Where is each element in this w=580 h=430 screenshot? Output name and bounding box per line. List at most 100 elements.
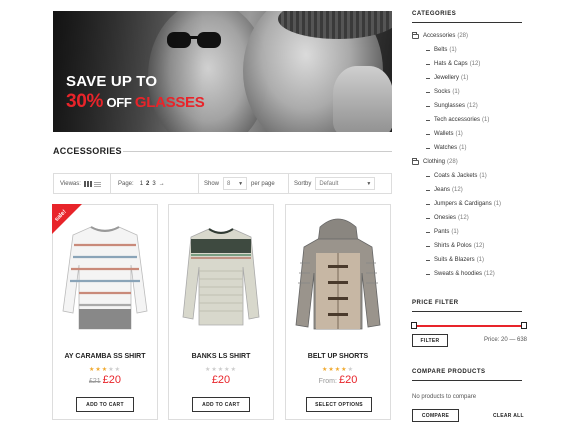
- dash-icon: [426, 175, 430, 177]
- rating-stars: ★★★★★: [205, 367, 237, 373]
- promo-banner[interactable]: SAVE UP TO 30% OFF GLASSES: [53, 11, 392, 132]
- category-count: (1): [476, 257, 485, 263]
- category-folder-item[interactable]: Clothing (28): [412, 157, 458, 165]
- price-max-handle[interactable]: [521, 322, 527, 329]
- category-item[interactable]: Pants (1): [426, 229, 459, 235]
- product-image-duffle-jacket[interactable]: [294, 213, 382, 343]
- dash-icon: [426, 245, 430, 247]
- price-range-slider[interactable]: [414, 325, 524, 327]
- dash-icon: [426, 273, 430, 275]
- dash-icon: [426, 259, 430, 261]
- category-label: Sunglasses: [434, 103, 466, 109]
- add-to-cart-button[interactable]: ADD TO CART: [76, 397, 134, 412]
- pagination: Page: 1 2 3 →: [118, 180, 165, 187]
- category-count: (28): [457, 33, 469, 39]
- category-label: Wallets: [434, 131, 454, 137]
- product-image-banks-sweater[interactable]: [177, 213, 265, 343]
- category-item[interactable]: Sunglasses (12): [426, 103, 478, 109]
- sale-badge: sale!: [52, 204, 82, 234]
- category-item[interactable]: Jeans (12): [426, 187, 463, 193]
- product-price: £20: [211, 374, 231, 386]
- category-item[interactable]: Jumpers & Cardigans (1): [426, 201, 501, 207]
- category-label: Tech accessories: [434, 117, 481, 123]
- next-page-arrow-icon[interactable]: →: [159, 181, 165, 187]
- product-name[interactable]: AY CARAMBA SS SHIRT: [53, 353, 157, 360]
- category-count: (1): [461, 75, 469, 81]
- category-count: (1): [459, 145, 467, 151]
- category-label: Pants: [434, 229, 450, 235]
- category-count: (12): [467, 103, 478, 109]
- category-count: (12): [473, 243, 485, 249]
- category-label: Jewellery: [434, 75, 460, 81]
- category-item[interactable]: Hats & Caps (12): [426, 61, 480, 67]
- category-count: (12): [469, 61, 481, 67]
- category-item[interactable]: Onesies (12): [426, 215, 469, 221]
- select-options-button[interactable]: SELECT OPTIONS: [306, 397, 372, 412]
- category-count: (1): [455, 131, 463, 137]
- page-link[interactable]: 1: [140, 181, 143, 187]
- dash-icon: [426, 189, 430, 191]
- price-filter-heading: PRICE FILTER: [412, 300, 459, 306]
- compare-button[interactable]: COMPARE: [412, 409, 459, 422]
- category-folder-item[interactable]: Accessories (28): [412, 31, 469, 39]
- category-item[interactable]: Suits & Blazers (1): [426, 257, 484, 263]
- product-name[interactable]: BELT UP SHORTS: [286, 353, 390, 360]
- category-item[interactable]: Wallets (1): [426, 131, 463, 137]
- page-link[interactable]: 2: [146, 181, 149, 187]
- rating-stars: ★★★★★: [322, 367, 354, 373]
- dash-icon: [426, 203, 430, 205]
- category-label: Coats & Jackets: [434, 173, 478, 179]
- category-label: Hats & Caps: [434, 61, 468, 67]
- add-to-cart-button[interactable]: ADD TO CART: [192, 397, 250, 412]
- dash-icon: [426, 77, 430, 79]
- rating-stars: ★★★★★: [89, 367, 121, 373]
- category-label: Watches: [434, 145, 458, 151]
- product-name[interactable]: BANKS LS SHIRT: [169, 353, 273, 360]
- grid-view-icon[interactable]: [83, 180, 92, 187]
- category-count: (28): [447, 159, 458, 165]
- category-item[interactable]: Jewellery (1): [426, 75, 468, 81]
- category-count: (12): [458, 215, 469, 221]
- category-count: (1): [451, 229, 459, 235]
- category-item[interactable]: Coats & Jackets (1): [426, 173, 487, 179]
- product-card[interactable]: BANKS LS SHIRT ★★★★★ £20 ADD TO CART: [168, 204, 274, 420]
- clear-all-link[interactable]: CLEAR ALL: [493, 413, 524, 419]
- filter-button[interactable]: FILTER: [412, 334, 448, 347]
- price-min-handle[interactable]: [411, 322, 417, 329]
- dash-icon: [426, 147, 430, 149]
- categories-heading: CATEGORIES: [412, 11, 457, 17]
- product-card[interactable]: sale! AY CARAMBA SS SHIRT ★★★★★ £21 £20 A…: [52, 204, 158, 420]
- list-view-icon[interactable]: [93, 180, 101, 187]
- category-count: (1): [449, 47, 457, 53]
- category-label: Clothing: [423, 159, 446, 165]
- category-item[interactable]: Socks (1): [426, 89, 460, 95]
- category-count: (12): [484, 271, 495, 277]
- category-item[interactable]: Tech accessories (1): [426, 117, 489, 123]
- dash-icon: [426, 231, 430, 233]
- compare-heading: COMPARE PRODUCTS: [412, 369, 486, 375]
- category-label: Accessories: [423, 33, 456, 39]
- banner-headline: SAVE UP TO: [66, 73, 158, 90]
- per-page-select[interactable]: 8 ▼: [223, 177, 248, 190]
- dash-icon: [426, 119, 430, 121]
- price-range-text: Price: 20 — 638: [484, 337, 528, 343]
- title-divider: [123, 151, 392, 152]
- category-item[interactable]: Sweats & hoodies (12): [426, 271, 495, 277]
- category-count: (1): [452, 89, 460, 95]
- chevron-down-icon: ▼: [366, 180, 372, 187]
- product-card[interactable]: BELT UP SHORTS ★★★★★ From: £20 SELECT OPT…: [285, 204, 391, 420]
- catalog-toolbar: Viewas: Page: 1 2 3 → Show 8 ▼ per page S…: [53, 173, 392, 194]
- category-label: Jumpers & Cardigans: [434, 201, 492, 207]
- category-label: Belts: [434, 47, 448, 53]
- dash-icon: [426, 217, 430, 219]
- category-item[interactable]: Belts (1): [426, 47, 457, 53]
- category-item[interactable]: Shirts & Polos (12): [426, 243, 484, 249]
- page-link[interactable]: 3: [152, 181, 155, 187]
- category-label: Suits & Blazers: [434, 257, 475, 263]
- category-count: (1): [493, 201, 502, 207]
- dash-icon: [426, 133, 430, 135]
- category-label: Socks: [434, 89, 451, 95]
- product-price: From: £20: [318, 374, 358, 386]
- sort-select[interactable]: Default ▼: [315, 177, 376, 190]
- category-item[interactable]: Watches (1): [426, 145, 466, 151]
